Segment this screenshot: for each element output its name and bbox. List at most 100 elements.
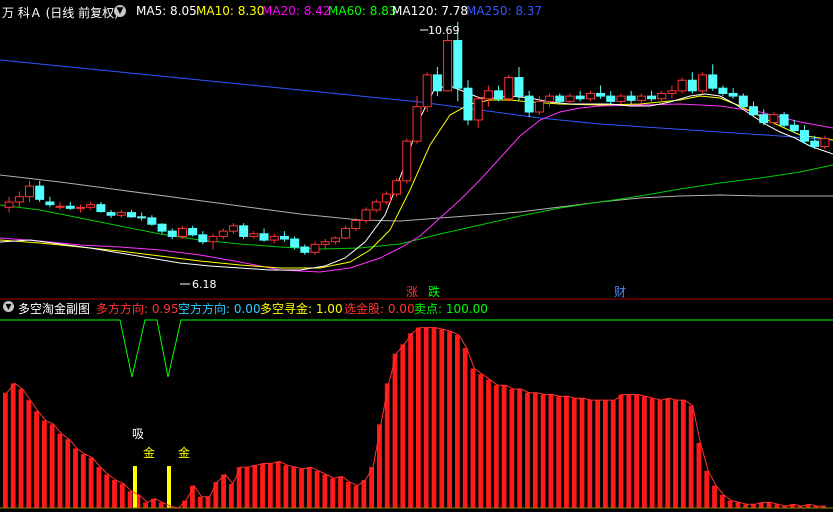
candle [473, 96, 483, 128]
candle [443, 33, 453, 92]
candle [483, 85, 493, 107]
candle [157, 223, 167, 234]
candle [188, 225, 198, 237]
indicator-bar [548, 394, 554, 508]
marker-zhang[interactable]: 涨 [406, 284, 418, 299]
indicator-bar [314, 470, 320, 508]
indicator-bar [88, 457, 94, 508]
candle [86, 202, 96, 210]
indicator-bar [712, 485, 717, 508]
signal-bar [167, 466, 171, 508]
candle [626, 90, 636, 105]
indicator-bar [431, 327, 437, 508]
indicator-bar [719, 494, 725, 508]
indicator-bar [34, 411, 39, 508]
candle [412, 96, 422, 144]
candle [147, 215, 157, 226]
indicator-bar [704, 470, 710, 508]
candle [137, 212, 147, 221]
indicator-bar [688, 405, 694, 508]
price-chart[interactable] [0, 59, 833, 273]
indicator-bar [408, 333, 413, 508]
chart-canvas[interactable]: 10.69 6.18 涨 跌 财 吸 金 金 [0, 0, 833, 512]
short-direction-label: 空方方向: 0.00 [178, 302, 261, 316]
indicator-bar [400, 344, 406, 508]
indicator-bar [454, 335, 460, 508]
indicator-bar [610, 400, 616, 508]
candle [167, 228, 177, 240]
indicator-bar [306, 467, 312, 508]
indicator-bar [649, 398, 655, 508]
candle [310, 241, 320, 255]
signal-jin-1: 金 [143, 445, 155, 460]
indicator-name[interactable]: 多空淘金副图 [18, 300, 90, 317]
candle [65, 202, 75, 210]
indicator-settings-icon[interactable]: ▼ [3, 301, 14, 312]
indicator-bar [579, 398, 585, 508]
indicator-bar [26, 400, 32, 508]
indicator-bar [143, 502, 149, 508]
candle [392, 178, 402, 197]
candle [208, 233, 218, 250]
candle [55, 202, 65, 210]
candle [239, 223, 249, 240]
indicator-bar [3, 392, 8, 508]
indicator-bar [696, 442, 702, 508]
candle [249, 231, 259, 240]
indicator-bar [330, 478, 336, 508]
candle [341, 225, 351, 240]
candle [35, 180, 45, 202]
indicator-bar [18, 388, 24, 508]
candle [606, 90, 616, 105]
ma60-line [0, 164, 833, 250]
indicator-bar [751, 504, 756, 508]
candle [585, 90, 595, 102]
marker-die[interactable]: 跌 [428, 284, 440, 299]
indicator-bar [486, 379, 491, 508]
indicator-bar [447, 331, 452, 508]
indicator-bar [322, 474, 328, 508]
indicator-bar [267, 463, 273, 508]
indicator-bar [423, 327, 429, 508]
candle [218, 228, 228, 240]
indicator-bar [338, 476, 343, 508]
candle [677, 77, 687, 94]
marker-cai[interactable]: 财 [614, 285, 626, 299]
indicator-bar [439, 329, 445, 508]
indicator-bar [252, 465, 258, 508]
indicator-bar [673, 400, 678, 508]
candle [524, 90, 534, 118]
signal-jin-2: 金 [178, 445, 190, 460]
signal-xi: 吸 [132, 427, 144, 441]
indicator-bar [127, 491, 133, 508]
indicator-bar [96, 467, 102, 508]
indicator-bar [556, 396, 562, 508]
indicator-bar [462, 348, 468, 508]
indicator-bar [377, 424, 382, 508]
indicator-bar [509, 388, 515, 508]
candle [198, 231, 208, 245]
gold-pick-label: 选金股: 0.00 [344, 302, 415, 316]
candle [300, 244, 310, 255]
candle [779, 112, 789, 128]
indicator-bar [416, 327, 421, 508]
indicator-bar [260, 463, 265, 508]
long-direction-label: 多方方向: 0.95 [96, 302, 179, 316]
candle [463, 80, 473, 126]
indicator-bar [564, 396, 569, 508]
indicator-bar [727, 500, 733, 508]
indicator-bar [345, 481, 351, 508]
candle [402, 138, 412, 184]
indicator-chart[interactable] [0, 327, 833, 509]
indicator-bar [634, 394, 639, 508]
indicator-bar [743, 504, 749, 508]
indicator-envelope-line [6, 327, 826, 509]
candle [514, 67, 524, 102]
candle [45, 196, 55, 208]
candle [4, 196, 14, 213]
indicator-bar [657, 400, 663, 508]
candle [432, 67, 442, 97]
gold-search-label: 多空寻金: 1.00 [260, 302, 343, 316]
indicator-bar [73, 448, 78, 508]
indicator-bar [299, 468, 304, 508]
